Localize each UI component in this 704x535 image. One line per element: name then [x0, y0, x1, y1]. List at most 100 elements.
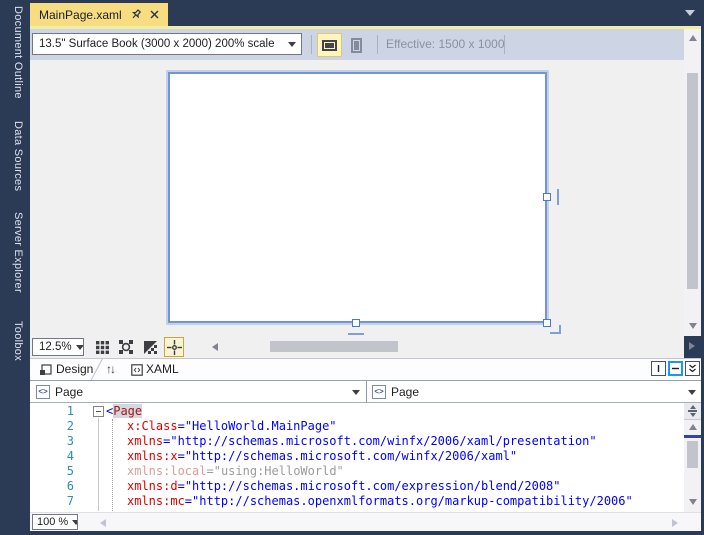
effective-resolution-label: Effective: 1500 x 1000 [386, 37, 505, 51]
code-token: = [206, 464, 213, 478]
device-selector-value: 13.5" Surface Book (3000 x 2000) 200% sc… [33, 38, 284, 50]
vertical-split-button[interactable] [651, 361, 666, 376]
collapse-pane-button[interactable] [685, 361, 700, 376]
line-number: 2 [30, 419, 74, 434]
resize-handle-bottom[interactable] [352, 319, 360, 327]
scroll-down-arrow-icon[interactable] [689, 499, 697, 505]
vs-document-window: Document Outline Data Sources Server Exp… [0, 0, 704, 535]
code-token: = [178, 419, 185, 433]
toggle-artboard-background-icon[interactable] [142, 339, 158, 355]
designer-zoom-bar: 12.5% [30, 336, 684, 358]
editor-zoom-value: 100 % [33, 516, 68, 528]
xaml-element-icon: <> [36, 385, 50, 399]
snapline-tick-horizontal [348, 333, 364, 335]
scroll-up-arrow-icon[interactable] [689, 35, 697, 41]
code-token: "http://schemas.microsoft.com/winfx/2006… [170, 434, 596, 448]
dropdown-arrow-icon[interactable] [688, 390, 696, 395]
code-token: x:Class [127, 419, 178, 433]
scrollbar-thumb[interactable] [270, 341, 398, 352]
code-token: xmlns:mc [127, 494, 185, 508]
snapline-corner-tick [550, 325, 561, 334]
scrollbar-thumb[interactable] [687, 73, 698, 289]
editor-split-handle[interactable] [684, 403, 701, 420]
swap-panes-icon[interactable]: ↑↓ [106, 362, 114, 376]
code-area[interactable]: <Pagex:Class="HelloWorld.MainPage"xmlns=… [106, 404, 633, 509]
landscape-orientation-button[interactable] [317, 33, 342, 57]
code-token: "using:HelloWorld" [214, 464, 344, 478]
line-number: 3 [30, 434, 74, 449]
scroll-right-arrow-icon[interactable] [689, 342, 695, 350]
toolbar-separator [504, 35, 505, 54]
line-number: 4 [30, 449, 74, 464]
resize-handle-right[interactable] [543, 193, 551, 201]
portrait-icon [351, 38, 362, 53]
line-number-gutter: 1234567 [30, 404, 74, 509]
code-line[interactable]: xmlns:x="http://schemas.microsoft.com/wi… [106, 449, 633, 464]
line-number: 1 [30, 404, 74, 419]
tab-xaml[interactable]: XAML [146, 362, 179, 376]
document-list-chevron-icon[interactable] [685, 10, 695, 16]
line-number: 5 [30, 464, 74, 479]
snap-to-gridlines-icon[interactable] [118, 339, 134, 355]
code-line[interactable]: xmlns:local="using:HelloWorld" [106, 464, 633, 479]
dropdown-arrow-icon [76, 345, 84, 350]
code-line[interactable]: x:Class="HelloWorld.MainPage" [106, 419, 633, 434]
scroll-left-arrow-icon[interactable] [100, 519, 106, 527]
snapline-tick-vertical [557, 189, 559, 205]
tab-design[interactable]: Design [56, 362, 93, 376]
code-token: = [178, 449, 185, 463]
code-token: "http://schemas.microsoft.com/winfx/2006… [185, 449, 517, 463]
xaml-code-editor[interactable]: 1234567 <Pagex:Class="HelloWorld.MainPag… [30, 403, 684, 512]
dropdown-arrow-icon [72, 520, 78, 525]
element-selector-right[interactable]: Page [391, 385, 419, 399]
code-token: = [185, 494, 192, 508]
designer-vertical-scrollbar[interactable] [684, 29, 701, 336]
code-line[interactable]: xmlns:d="http://schemas.microsoft.com/ex… [106, 479, 633, 494]
code-token: "HelloWorld.MainPage" [185, 419, 337, 433]
sidebar-tab-label: Data Sources [12, 121, 24, 191]
code-line[interactable]: <Page [106, 404, 633, 419]
landscape-icon [322, 40, 337, 51]
document-tab[interactable]: MainPage.xaml [30, 3, 168, 26]
code-line[interactable]: xmlns:mc="http://schemas.openxmlformats.… [106, 494, 633, 509]
code-token: = [178, 479, 185, 493]
portrait-orientation-button[interactable] [344, 33, 369, 57]
dropdown-arrow-icon [288, 42, 296, 47]
designer-zoom-dropdown[interactable]: 12.5% [32, 338, 84, 356]
toolbar-separator [377, 35, 378, 54]
scrollbar-thumb[interactable] [687, 441, 698, 468]
line-number: 7 [30, 494, 74, 509]
page-artboard[interactable] [168, 72, 547, 323]
designer-zoom-value: 12.5% [33, 341, 72, 353]
code-token: xmlns:d [127, 479, 178, 493]
snap-to-snaplines-icon[interactable] [164, 337, 184, 357]
scroll-up-arrow-icon[interactable] [689, 424, 697, 430]
navigator-divider [366, 381, 367, 403]
design-surface[interactable] [30, 60, 684, 336]
collapse-region-icon[interactable] [93, 406, 104, 417]
code-token: "http://schemas.openxmlformats.org/marku… [192, 494, 633, 508]
scroll-left-arrow-icon[interactable] [212, 343, 218, 351]
editor-status-bar: 100 % [30, 512, 701, 531]
dropdown-arrow-icon[interactable] [352, 390, 360, 395]
code-token: xmlns:x [127, 449, 178, 463]
line-number: 6 [30, 479, 74, 494]
code-line[interactable]: xmlns="http://schemas.microsoft.com/winf… [106, 434, 633, 449]
xaml-view-icon [131, 364, 143, 376]
scroll-down-arrow-icon[interactable] [689, 323, 697, 329]
editor-zoom-dropdown[interactable]: 100 % [32, 514, 78, 530]
outline-connector-line [98, 418, 99, 511]
element-selector-left[interactable]: Page [55, 385, 83, 399]
xaml-element-icon: <> [372, 385, 386, 399]
horizontal-split-button[interactable] [668, 361, 683, 376]
sidebar-tab-label: Document Outline [12, 6, 24, 99]
view-switcher-bar: Design ↑↓ XAML [30, 358, 701, 380]
code-token: xmlns [127, 434, 163, 448]
show-snap-grid-icon[interactable] [94, 339, 110, 355]
pin-icon[interactable] [128, 7, 143, 22]
device-selector-dropdown[interactable]: 13.5" Surface Book (3000 x 2000) 200% sc… [32, 33, 302, 55]
scroll-right-arrow-icon[interactable] [672, 519, 678, 527]
toolbar-separator [311, 35, 312, 54]
document-tab-title: MainPage.xaml [39, 8, 122, 22]
close-icon[interactable] [150, 10, 159, 19]
